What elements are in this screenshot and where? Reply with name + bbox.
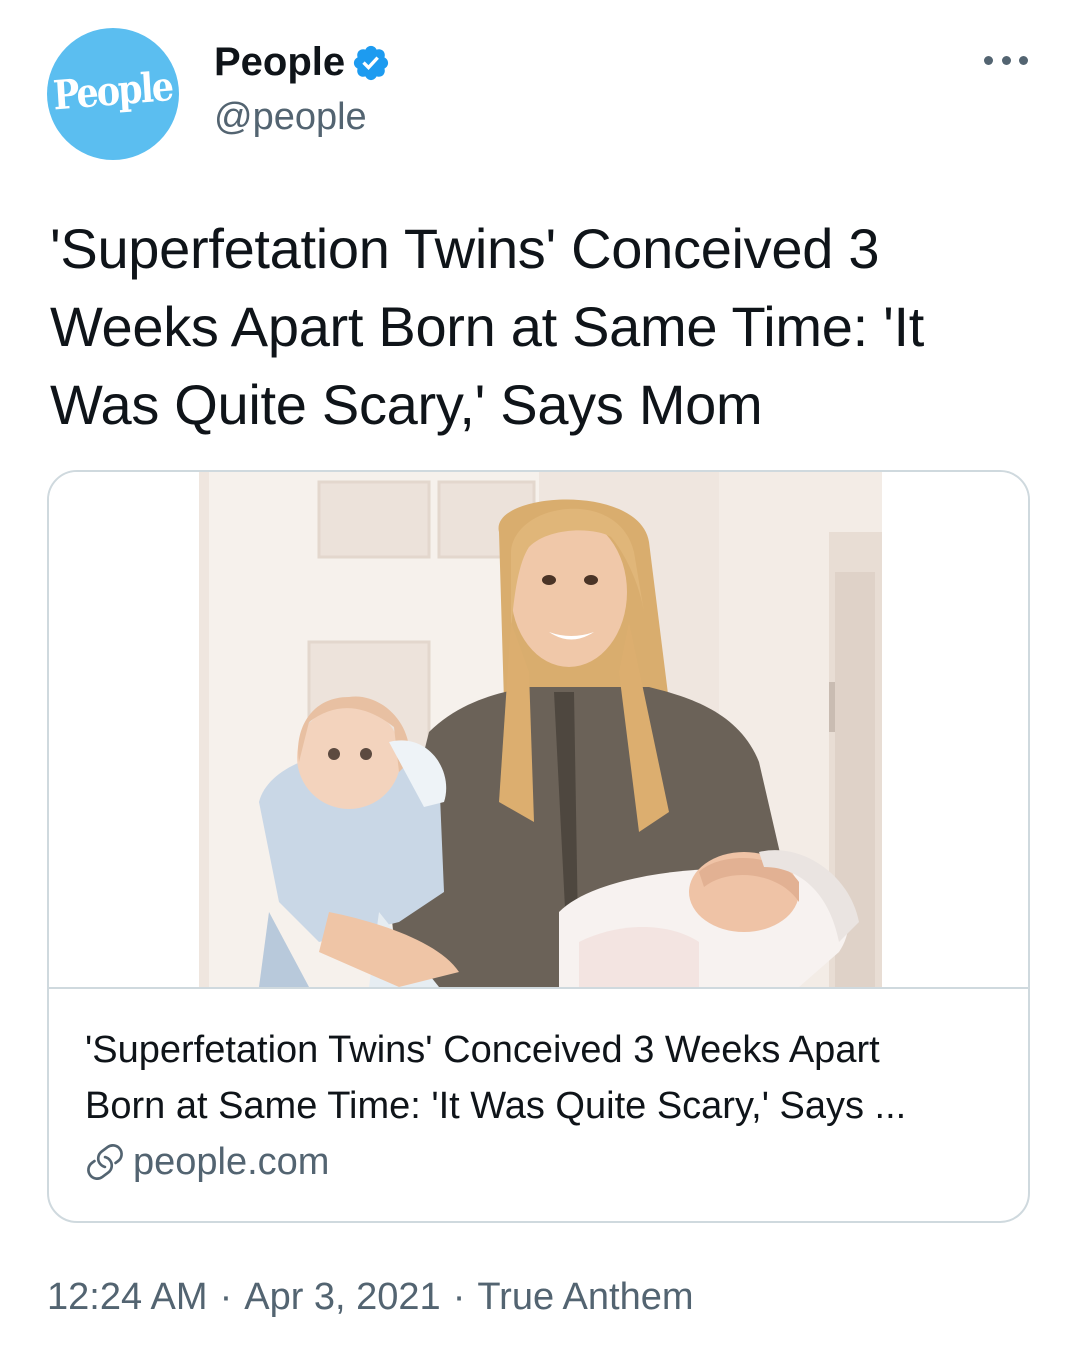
card-image[interactable]	[49, 472, 1028, 987]
separator-dot: ·	[219, 1276, 233, 1318]
verified-badge-icon	[354, 45, 389, 81]
link-preview-card[interactable]: 'Superfetation Twins' Conceived 3 Weeks …	[47, 470, 1030, 1223]
photo-mother-with-twins-image	[199, 472, 882, 987]
card-domain-row[interactable]: people.com	[85, 1138, 329, 1186]
tweet-time[interactable]: 12:24 AM	[47, 1272, 208, 1322]
card-divider	[49, 987, 1028, 989]
tweet-text: 'Superfetation Twins' Conceived 3 Weeks …	[50, 217, 925, 436]
author-name-row[interactable]: People	[214, 38, 391, 86]
link-icon	[87, 1144, 123, 1180]
people-logo-text: People	[52, 62, 174, 120]
separator-dot: ·	[452, 1276, 466, 1318]
more-horizontal-icon[interactable]	[984, 52, 1028, 68]
card-domain-text[interactable]: people.com	[133, 1138, 329, 1186]
author-handle[interactable]: @people	[214, 94, 367, 140]
tweet-date[interactable]: Apr 3, 2021	[244, 1272, 440, 1322]
tweet-timestamp-row: 12:24 AM · Apr 3, 2021 · True Anthem	[47, 1272, 694, 1322]
author-avatar[interactable]: People	[47, 28, 179, 160]
author-display-name[interactable]: People	[214, 38, 345, 86]
card-title[interactable]: 'Superfetation Twins' Conceived 3 Weeks …	[85, 1022, 1005, 1134]
tweet-source[interactable]: True Anthem	[477, 1272, 693, 1322]
